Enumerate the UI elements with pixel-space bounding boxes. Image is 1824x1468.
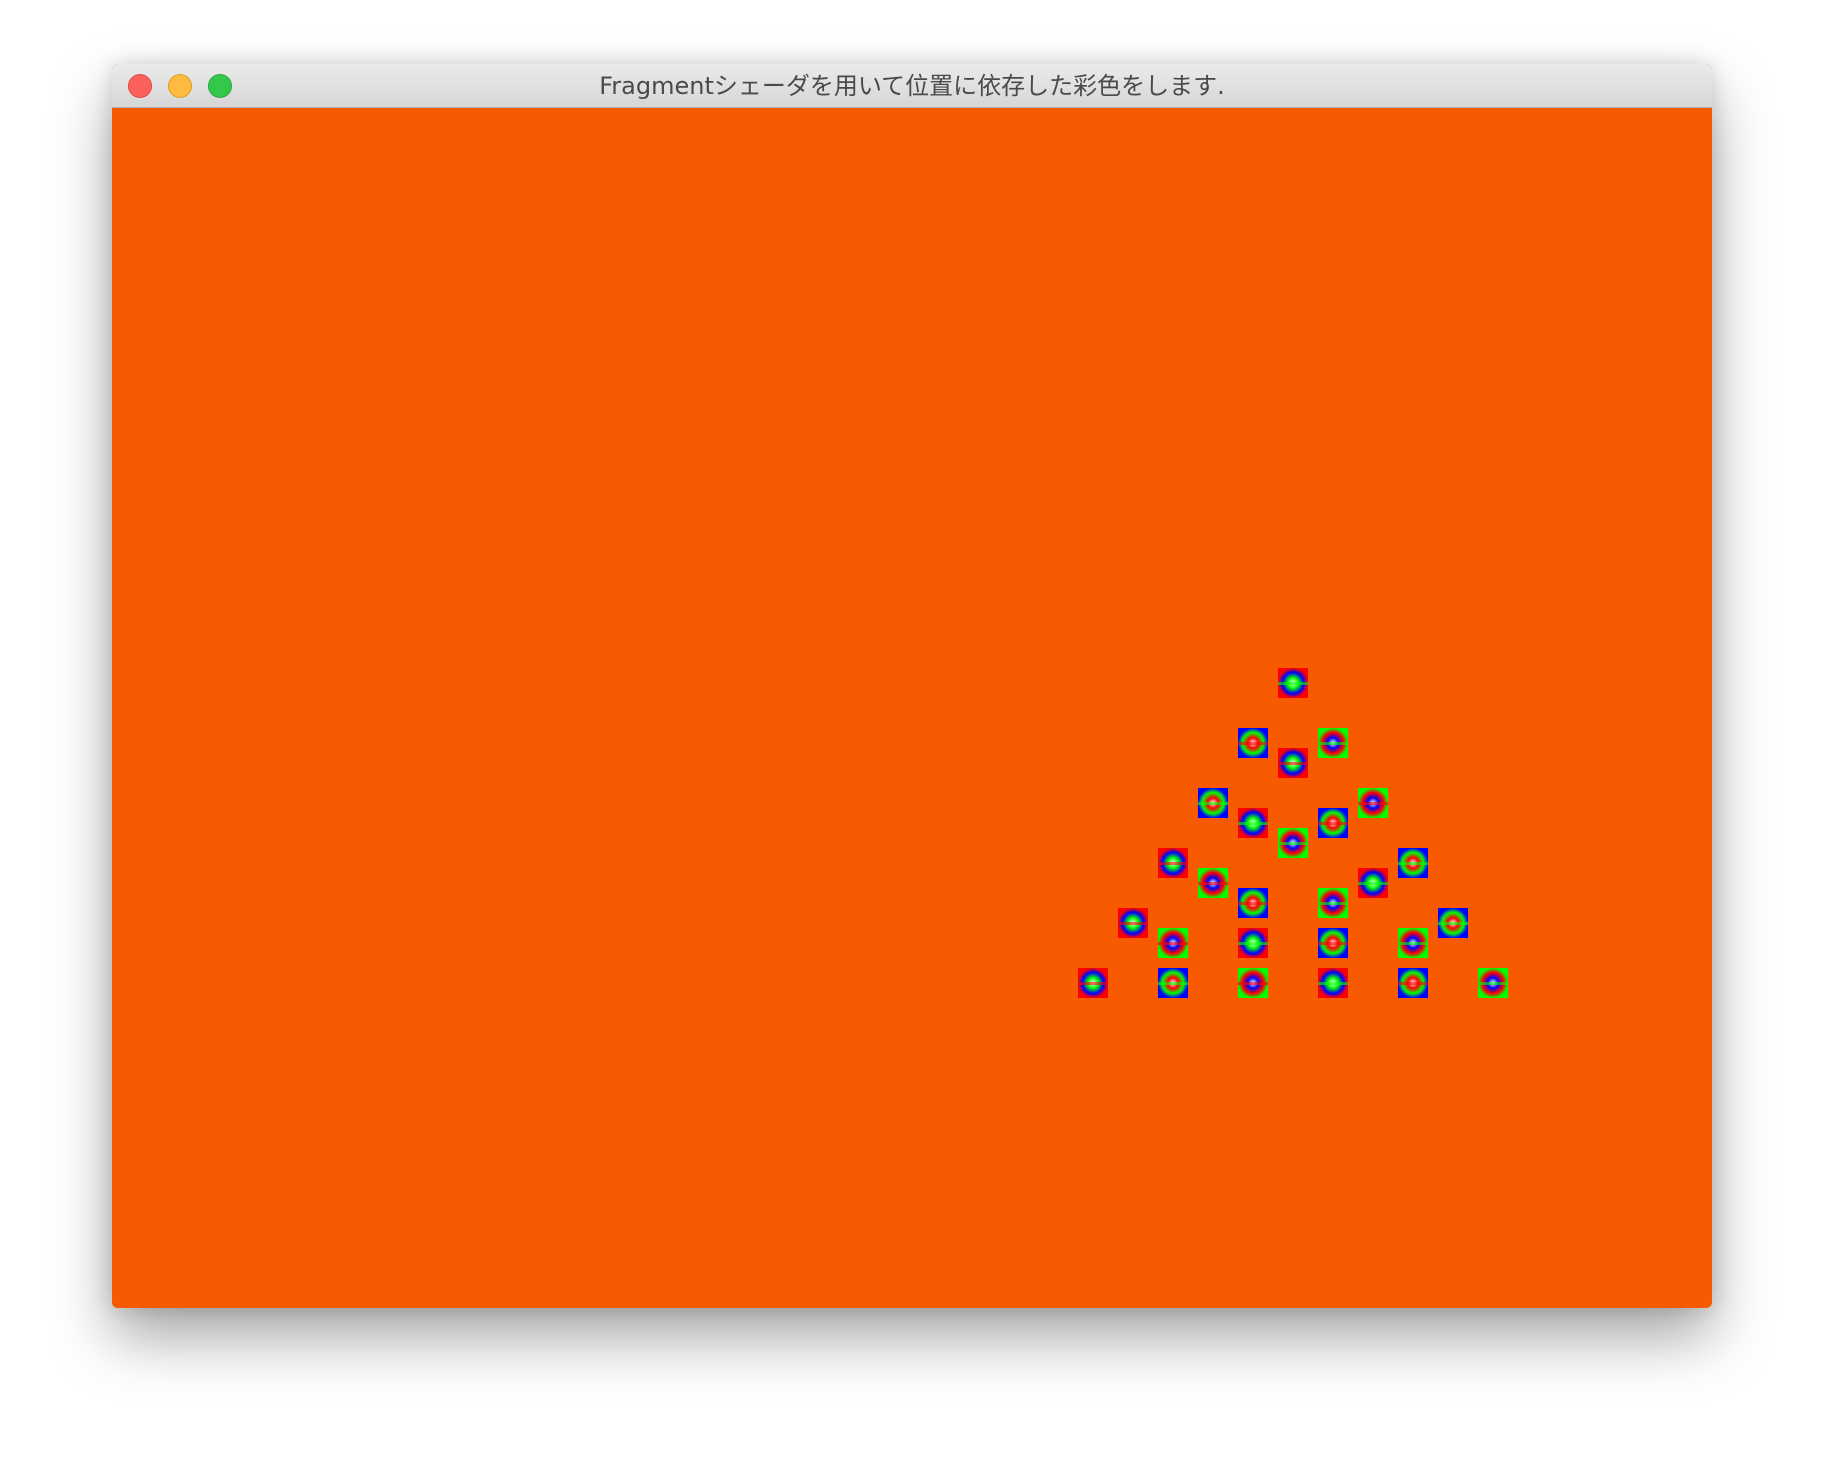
sprite-band	[1118, 922, 1148, 925]
sprite-band	[1318, 822, 1348, 825]
sprite-band	[1238, 942, 1268, 945]
sprite-band	[1158, 862, 1188, 865]
sprite-band	[1358, 882, 1388, 885]
sprite-band	[1278, 682, 1308, 685]
sprite-band	[1198, 882, 1228, 885]
sprite-band	[1158, 982, 1188, 985]
sprite-band	[1318, 982, 1348, 985]
sprite-band	[1278, 842, 1308, 845]
sprite-band	[1318, 742, 1348, 745]
sprite-band	[1398, 942, 1428, 945]
title-bar[interactable]: Fragmentシェーダを用いて位置に依存した彩色をします.	[112, 64, 1712, 108]
sprite-band	[1318, 942, 1348, 945]
sprite-band	[1238, 742, 1268, 745]
sprite-band	[1318, 902, 1348, 905]
sprite-band	[1478, 982, 1508, 985]
sprite-layer	[1078, 668, 1508, 998]
sprite-band	[1398, 982, 1428, 985]
render-canvas[interactable]	[112, 108, 1712, 1308]
sprite-band	[1398, 862, 1428, 865]
sprite-band	[1358, 802, 1388, 805]
sprite-band	[1198, 802, 1228, 805]
sprite-band	[1158, 942, 1188, 945]
app-window: Fragmentシェーダを用いて位置に依存した彩色をします.	[112, 64, 1712, 1308]
sprite-band	[1238, 822, 1268, 825]
sprite-band	[1238, 982, 1268, 985]
sprite-band	[1078, 982, 1108, 985]
window-title: Fragmentシェーダを用いて位置に依存した彩色をします.	[599, 72, 1225, 100]
sprite-band	[1438, 922, 1468, 925]
sprite-band	[1238, 902, 1268, 905]
sprite-band	[1278, 762, 1308, 765]
